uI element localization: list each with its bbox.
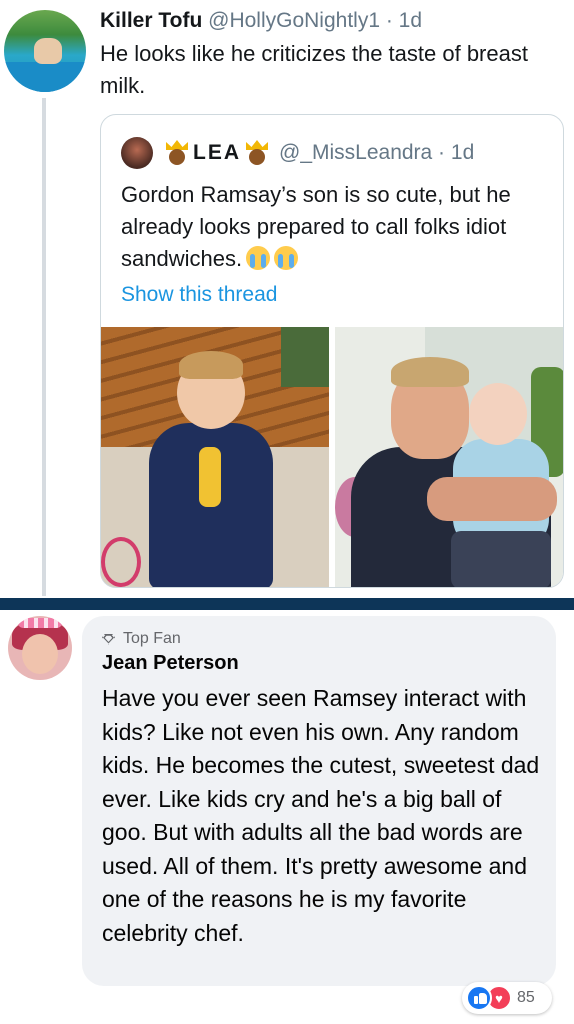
photo-baby-hair (179, 351, 243, 379)
photo-rope (101, 537, 141, 587)
section-divider (0, 598, 574, 610)
avatar-figure (34, 38, 62, 64)
avatar-face (22, 634, 58, 674)
badge-label: Top Fan (123, 630, 181, 647)
tweet-text: He looks like he criticizes the taste of… (100, 41, 528, 98)
thread-line (42, 98, 46, 596)
diamond-icon (102, 633, 115, 645)
photo-toy (199, 447, 221, 507)
tweet: Killer Tofu @HollyGoNightly1 · 1d He loo… (0, 0, 574, 598)
quoted-tweet-card[interactable]: LEA @_MissLeandra · 1d Gordon Ramsay’s s… (100, 114, 564, 588)
author-avatar[interactable] (4, 10, 86, 92)
crown-icon (164, 140, 190, 166)
commenter-name[interactable]: Jean Peterson (102, 652, 239, 675)
photo-foliage (281, 327, 329, 387)
tweet-header: Killer Tofu @HollyGoNightly1 · 1d (100, 6, 422, 36)
photo-man-hair (391, 357, 469, 387)
quoted-tweet-text: Gordon Ramsay’s son is so cute, but he a… (121, 179, 541, 275)
loudly-crying-face-icon (274, 246, 299, 270)
commenter-avatar[interactable] (8, 616, 72, 680)
comment-bubble: Top Fan Jean Peterson Have you ever seen… (82, 616, 556, 986)
tweet-photo-baby[interactable] (101, 327, 329, 587)
comment-text: Have you ever seen Ramsey interact with … (102, 685, 540, 946)
avatar-pool-water (4, 62, 86, 92)
photo-man-hands (427, 477, 557, 521)
quoted-tweet-header: LEA @_MissLeandra · 1d (121, 137, 474, 169)
photo-baby-pants (451, 531, 551, 587)
show-thread-link[interactable]: Show this thread (121, 283, 277, 307)
reaction-count: 85 (517, 989, 535, 1006)
reactions-row[interactable]: ♥ 85 (466, 984, 535, 1012)
flower-crown-icon (18, 618, 62, 628)
quoted-author-avatar[interactable] (121, 137, 153, 169)
quoted-tweet-body: Gordon Ramsay’s son is so cute, but he a… (121, 182, 511, 271)
quoted-author-name[interactable]: LEA (193, 141, 241, 165)
top-fan-badge: Top Fan (102, 630, 181, 648)
author-handle-time[interactable]: @HollyGoNightly1 · 1d (208, 9, 422, 32)
loudly-crying-face-icon (246, 246, 271, 270)
like-icon (466, 985, 492, 1011)
photo-baby-face (469, 383, 527, 445)
quoted-author-handle-time[interactable]: @_MissLeandra · 1d (279, 141, 474, 165)
author-name[interactable]: Killer Tofu (100, 9, 202, 32)
tweet-photo-father-and-baby[interactable] (335, 327, 563, 587)
crown-icon (244, 140, 270, 166)
